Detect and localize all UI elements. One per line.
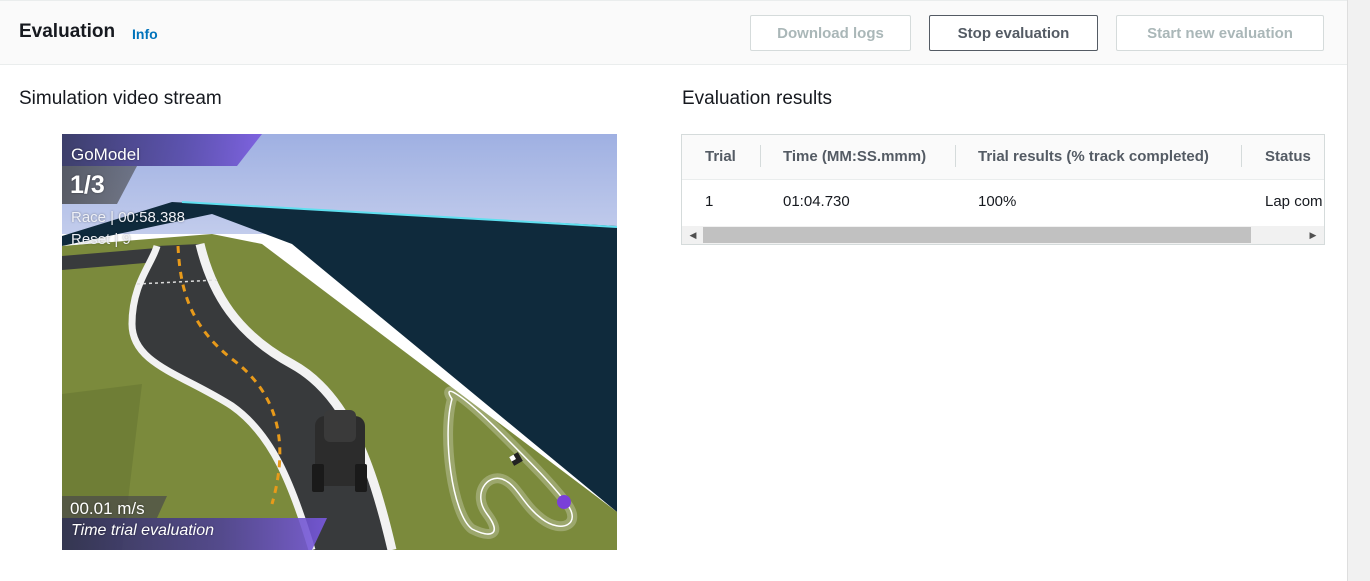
- scroll-left-arrow-icon[interactable]: ◀: [685, 226, 701, 244]
- column-divider: [1241, 145, 1242, 167]
- table-header: Trial Time (MM:SS.mmm) Trial results (% …: [682, 135, 1324, 180]
- overlay-reset-count: Reset | 9: [71, 231, 131, 248]
- column-header-trial[interactable]: Trial: [705, 148, 736, 165]
- download-logs-button[interactable]: Download logs: [750, 15, 911, 51]
- overlay-model-name: GoModel: [71, 145, 140, 164]
- column-divider: [760, 145, 761, 167]
- cell-trial: 1: [705, 193, 714, 210]
- simulation-section-title: Simulation video stream: [19, 88, 222, 109]
- horizontal-scrollbar[interactable]: ◀ ▶: [682, 226, 1324, 244]
- stop-evaluation-button[interactable]: Stop evaluation: [929, 15, 1098, 51]
- simulation-video-stream: GoModel 1/3 Race | 00:58.388 Reset | 9 0…: [62, 134, 617, 550]
- scroll-right-arrow-icon[interactable]: ▶: [1305, 226, 1321, 244]
- page-scrollbar[interactable]: [1347, 0, 1370, 581]
- cell-time: 01:04.730: [783, 193, 850, 210]
- page-title: Evaluation: [19, 21, 116, 42]
- simulation-scene: [62, 134, 617, 550]
- info-link[interactable]: Info: [132, 26, 158, 42]
- car: [312, 410, 367, 492]
- overlay-evaluation-mode: Time trial evaluation: [71, 522, 215, 539]
- page-header: Evaluation Info Download logs Stop evalu…: [0, 0, 1347, 65]
- overlay-race-time: Race | 00:58.388: [71, 209, 185, 226]
- results-section-title: Evaluation results: [682, 88, 832, 109]
- column-header-time[interactable]: Time (MM:SS.mmm): [783, 148, 926, 165]
- cell-status: Lap com: [1265, 193, 1323, 210]
- column-header-status[interactable]: Status: [1265, 148, 1311, 165]
- column-divider: [955, 145, 956, 167]
- cell-trial-results: 100%: [978, 193, 1017, 210]
- scrollbar-thumb[interactable]: [703, 227, 1251, 243]
- column-header-trial-results[interactable]: Trial results (% track completed): [978, 148, 1209, 165]
- start-new-evaluation-button[interactable]: Start new evaluation: [1116, 15, 1324, 51]
- overlay-lap-counter: 1/3: [70, 171, 105, 199]
- overlay-speed: 00.01 m/s: [70, 499, 145, 518]
- evaluation-results-table: Trial Time (MM:SS.mmm) Trial results (% …: [681, 134, 1325, 245]
